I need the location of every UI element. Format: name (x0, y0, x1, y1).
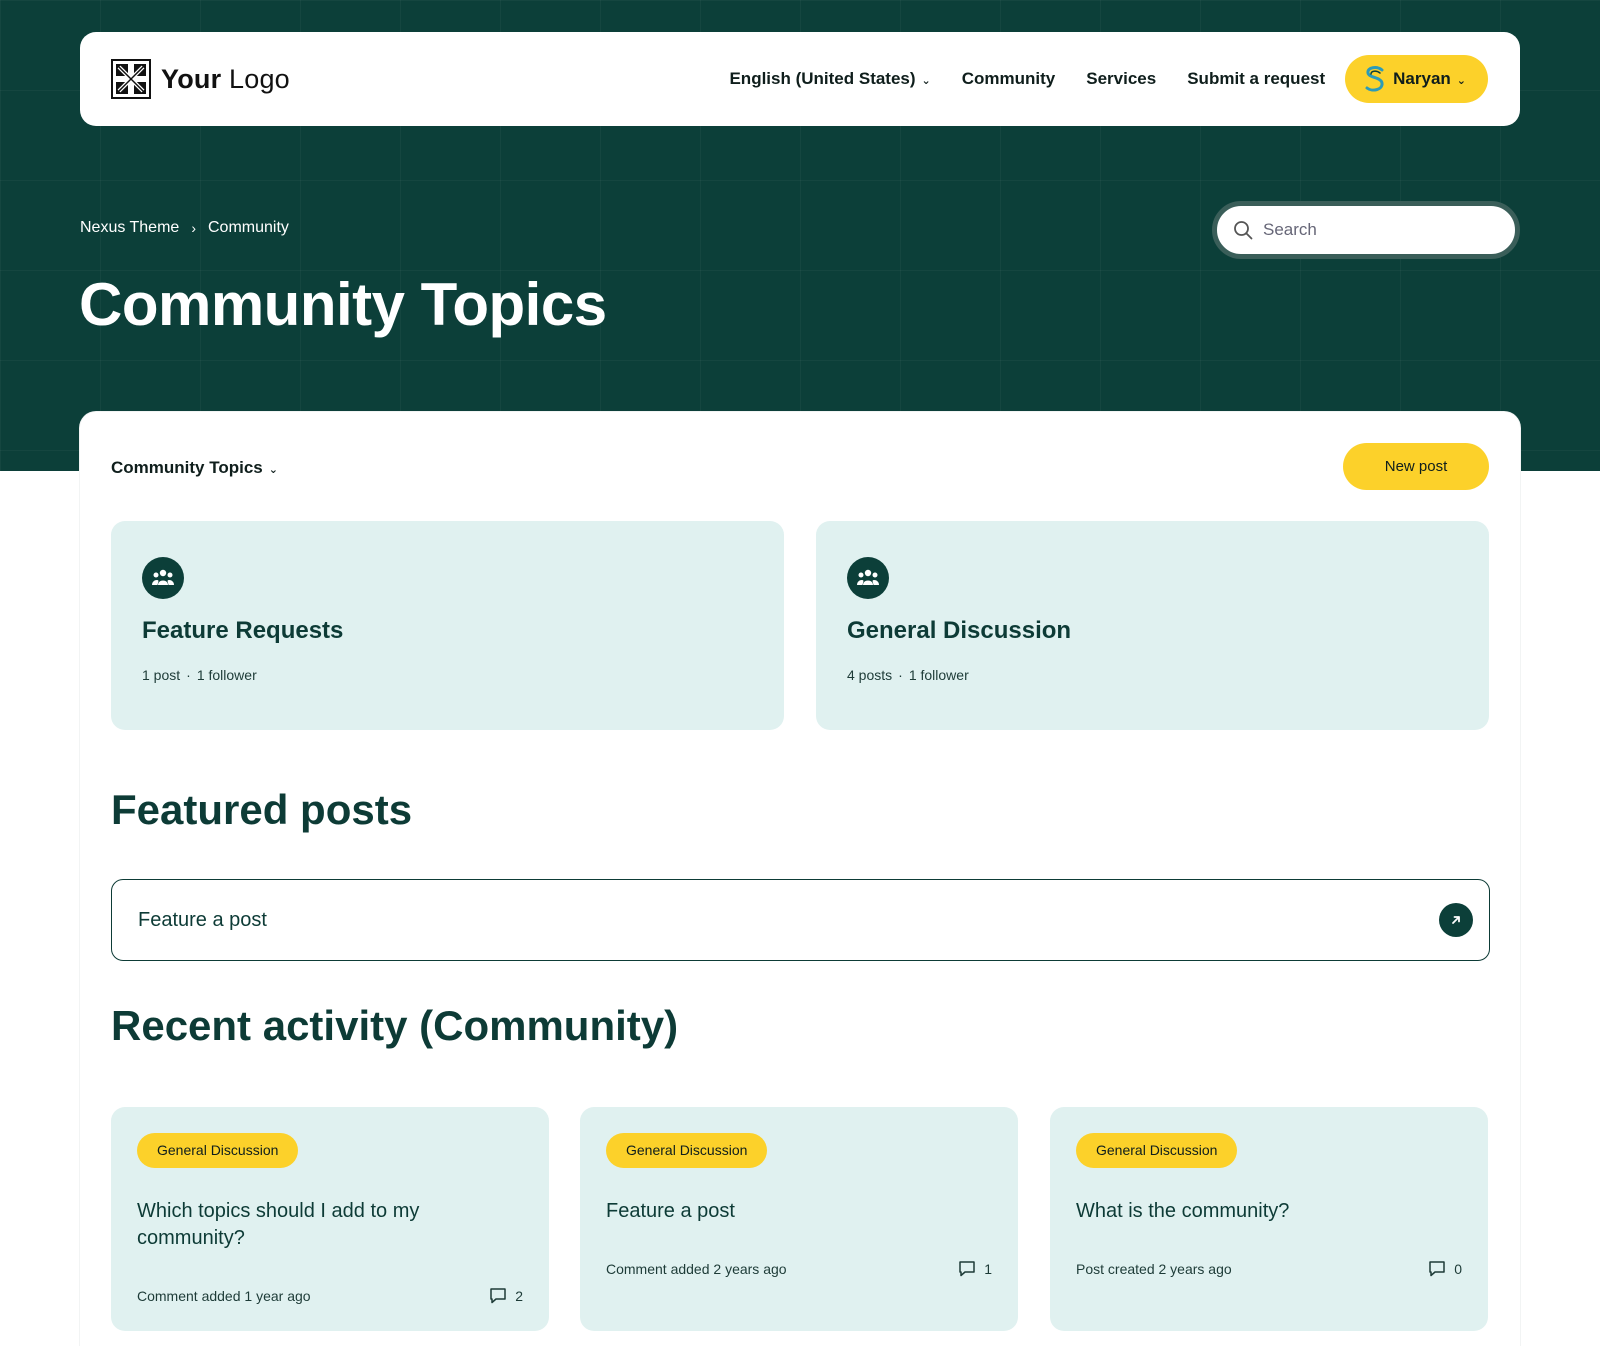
topic-tag[interactable]: General Discussion (606, 1133, 768, 1168)
search-input[interactable] (1263, 220, 1493, 240)
comment-count-value: 0 (1454, 1260, 1462, 1277)
search-icon (1234, 221, 1253, 240)
chevron-down-icon: ⌄ (1456, 74, 1466, 87)
top-navbar: Your Logo English (United States) ⌄ Comm… (80, 32, 1520, 126)
post-count: 4 posts (847, 667, 893, 683)
topic-name: Feature Requests (142, 617, 344, 644)
topic-card[interactable]: Feature Requests 1 post · 1 follower (111, 521, 784, 730)
featured-post-item[interactable]: Feature a post (111, 879, 1490, 961)
activity-card: General Discussion Which topics should I… (111, 1107, 549, 1331)
comment-count-value: 1 (984, 1260, 992, 1277)
comment-icon (490, 1288, 506, 1304)
activity-footer: Post created 2 years ago 0 (1076, 1260, 1462, 1277)
follower-count: 1 follower (196, 667, 257, 683)
chevron-right-icon: › (191, 220, 196, 236)
logo-mark-icon (111, 59, 151, 99)
chevron-down-icon: ⌄ (921, 74, 931, 87)
activity-status: Comment added 1 year ago (137, 1287, 311, 1304)
comment-count[interactable]: 1 (958, 1260, 992, 1277)
logo[interactable]: Your Logo (111, 59, 290, 99)
post-count: 1 post (142, 667, 181, 683)
comment-icon (1429, 1261, 1445, 1277)
comment-count-value: 2 (515, 1287, 523, 1304)
topic-meta: 1 post · 1 follower (142, 667, 753, 683)
nav-submit-request[interactable]: Submit a request (1187, 69, 1325, 89)
people-group-icon (142, 557, 184, 599)
logo-text: Your Logo (161, 63, 290, 94)
user-name: Naryan (1393, 69, 1451, 88)
activity-footer: Comment added 1 year ago 2 (137, 1287, 523, 1304)
comment-count[interactable]: 2 (489, 1287, 523, 1304)
topic-filter-label: Community Topics (111, 458, 263, 477)
activity-title[interactable]: Which topics should I add to my communit… (137, 1198, 467, 1252)
avatar (1365, 66, 1384, 92)
meta-separator: · (186, 667, 191, 683)
follower-count: 1 follower (908, 667, 969, 683)
topic-name: General Discussion (847, 617, 1072, 644)
comment-icon (959, 1261, 975, 1277)
nav-services[interactable]: Services (1086, 69, 1156, 89)
topic-tag[interactable]: General Discussion (137, 1133, 299, 1168)
meta-separator: · (898, 667, 903, 683)
content-panel: Community Topics ⌄ New post Feature Requ… (80, 412, 1520, 1346)
activity-title[interactable]: Feature a post (606, 1198, 936, 1225)
featured-post-label: Feature a post (138, 908, 267, 931)
language-selector[interactable]: English (United States) ⌄ (729, 69, 930, 89)
nav-community[interactable]: Community (962, 69, 1056, 89)
activity-title[interactable]: What is the community? (1076, 1198, 1406, 1225)
user-menu-button[interactable]: Naryan ⌄ (1345, 55, 1488, 103)
breadcrumb: Nexus Theme › Community (80, 219, 289, 237)
topic-filter-dropdown[interactable]: Community Topics ⌄ (111, 458, 278, 478)
chevron-down-icon: ⌄ (268, 463, 278, 476)
activity-footer: Comment added 2 years ago 1 (606, 1260, 992, 1277)
topic-meta: 4 posts · 1 follower (847, 667, 1458, 683)
featured-posts-heading: Featured posts (111, 786, 413, 833)
recent-activity-heading: Recent activity (Community) (111, 1002, 679, 1049)
search-box (1212, 201, 1520, 259)
main-nav: English (United States) ⌄ Community Serv… (729, 55, 1488, 103)
activity-card: General Discussion Feature a post Commen… (580, 1107, 1018, 1331)
breadcrumb-item-community[interactable]: Community (208, 219, 289, 237)
arrow-up-right-icon[interactable] (1439, 903, 1473, 937)
topic-card[interactable]: General Discussion 4 posts · 1 follower (816, 521, 1489, 730)
activity-status: Post created 2 years ago (1076, 1260, 1232, 1277)
new-post-button[interactable]: New post (1343, 443, 1489, 490)
comment-count[interactable]: 0 (1428, 1260, 1462, 1277)
activity-status: Comment added 2 years ago (606, 1260, 787, 1277)
topic-tag[interactable]: General Discussion (1076, 1133, 1238, 1168)
page-title: Community Topics (79, 271, 607, 338)
language-label: English (United States) (729, 69, 916, 88)
people-group-icon (847, 557, 889, 599)
activity-card: General Discussion What is the community… (1050, 1107, 1488, 1331)
breadcrumb-item-home[interactable]: Nexus Theme (80, 219, 179, 237)
